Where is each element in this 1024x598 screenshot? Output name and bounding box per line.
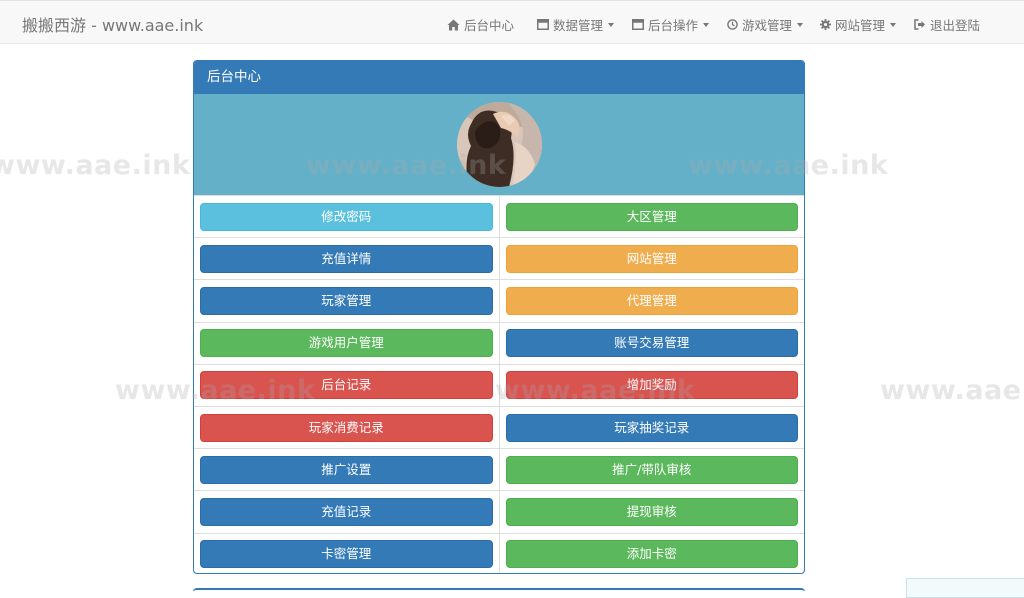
menu-button[interactable]: 玩家管理 [200, 286, 493, 315]
grid-row: 玩家管理 代理管理 [194, 279, 804, 323]
grid-cell: 修改密码 [194, 194, 499, 238]
grid-cell: 卡密管理 [194, 532, 499, 573]
grid-row: 玩家消费记录 玩家抽奖记录 [194, 405, 804, 449]
avatar-banner [194, 94, 804, 195]
panel-title: 后台中心 [194, 61, 804, 94]
grid-cell: 大区管理 [498, 194, 804, 238]
menu-button[interactable]: 卡密管理 [200, 540, 493, 569]
avatar [457, 102, 542, 187]
menu-button[interactable]: 添加卡密 [505, 540, 798, 569]
window-icon [632, 19, 644, 30]
admin-center-panel: 后台中心 修改密码 大区管理 充值详情 网站管理 玩家管理 代理管理 游戏用户管理 账号交易管… [193, 60, 805, 574]
grid-cell: 充值详情 [194, 237, 499, 280]
grid-cell: 推广/带队审核 [498, 448, 804, 491]
menu-button[interactable]: 玩家抽奖记录 [505, 413, 798, 442]
menu-button[interactable]: 后台记录 [200, 371, 493, 400]
grid-cell: 网站管理 [498, 237, 804, 280]
menu-button[interactable]: 网站管理 [505, 244, 798, 273]
menu-button[interactable]: 玩家消费记录 [200, 413, 493, 442]
grid-cell: 添加卡密 [498, 532, 804, 573]
nav-data-management-label: 数据管理 [553, 18, 604, 33]
window-icon [537, 19, 549, 30]
gear-icon [820, 19, 831, 30]
nav-site-management-label: 网站管理 [835, 18, 886, 33]
grid-cell: 充值记录 [194, 490, 499, 533]
logout-icon [914, 19, 925, 30]
next-panel-edge [193, 588, 805, 598]
nav-game-management[interactable]: 游戏管理 [727, 15, 804, 34]
grid-row: 卡密管理 添加卡密 [194, 532, 804, 573]
grid-cell: 账号交易管理 [498, 321, 804, 365]
grid-row: 充值记录 提现审核 [194, 490, 804, 533]
floating-widget[interactable] [906, 578, 1024, 598]
chevron-down-icon [703, 22, 710, 27]
nav-logout[interactable]: 退出登陆 [914, 15, 980, 34]
nav-backend-ops-label: 后台操作 [648, 18, 699, 33]
menu-button[interactable]: 充值记录 [200, 497, 493, 526]
nav-dashboard[interactable]: 后台中心 [447, 15, 514, 34]
grid-cell: 玩家抽奖记录 [498, 405, 804, 449]
grid-row: 充值详情 网站管理 [194, 237, 804, 280]
menu-button[interactable]: 账号交易管理 [505, 329, 798, 358]
watermark: www.aae.ink [0, 150, 191, 181]
grid-cell: 后台记录 [194, 363, 499, 407]
menu-button[interactable]: 推广设置 [200, 455, 493, 484]
grid-cell: 增加奖励 [498, 363, 804, 407]
chevron-down-icon [608, 22, 615, 27]
menu-button[interactable]: 推广/带队审核 [505, 455, 798, 484]
grid-row: 推广设置 推广/带队审核 [194, 448, 804, 491]
chevron-down-icon [890, 22, 897, 27]
grid-cell: 提现审核 [498, 490, 804, 533]
grid-cell: 玩家管理 [194, 279, 499, 323]
grid-cell: 玩家消费记录 [194, 405, 499, 449]
nav-logout-label: 退出登陆 [930, 18, 981, 33]
grid-row: 游戏用户管理 账号交易管理 [194, 321, 804, 365]
nav-game-management-label: 游戏管理 [742, 18, 793, 33]
home-icon [447, 19, 460, 30]
menu-button[interactable]: 游戏用户管理 [200, 329, 493, 358]
top-navbar: 搬搬西游 - www.aae.ink 后台中心 数据管理 后台操作 游戏管理 网… [0, 0, 1024, 44]
menu-button[interactable]: 充值详情 [200, 244, 493, 273]
grid-row: 修改密码 大区管理 [194, 194, 804, 238]
site-brand[interactable]: 搬搬西游 - www.aae.ink [22, 12, 203, 36]
grid-row: 后台记录 增加奖励 [194, 363, 804, 407]
grid-cell: 代理管理 [498, 279, 804, 323]
chevron-down-icon [797, 22, 804, 27]
menu-button[interactable]: 提现审核 [505, 497, 798, 526]
nav-dashboard-label: 后台中心 [464, 18, 515, 33]
nav-data-management[interactable]: 数据管理 [537, 15, 615, 34]
clock-icon [727, 19, 738, 30]
menu-button[interactable]: 大区管理 [505, 202, 798, 231]
watermark: www.aae.ink [880, 375, 1024, 406]
menu-button-grid: 修改密码 大区管理 充值详情 网站管理 玩家管理 代理管理 游戏用户管理 账号交易管理 后台记录… [194, 194, 804, 573]
nav-site-management[interactable]: 网站管理 [820, 15, 897, 34]
grid-cell: 游戏用户管理 [194, 321, 499, 365]
nav-backend-ops[interactable]: 后台操作 [632, 15, 710, 34]
menu-button[interactable]: 修改密码 [200, 202, 493, 231]
menu-button[interactable]: 代理管理 [505, 286, 798, 315]
grid-cell: 推广设置 [194, 448, 499, 491]
menu-button[interactable]: 增加奖励 [505, 371, 798, 400]
